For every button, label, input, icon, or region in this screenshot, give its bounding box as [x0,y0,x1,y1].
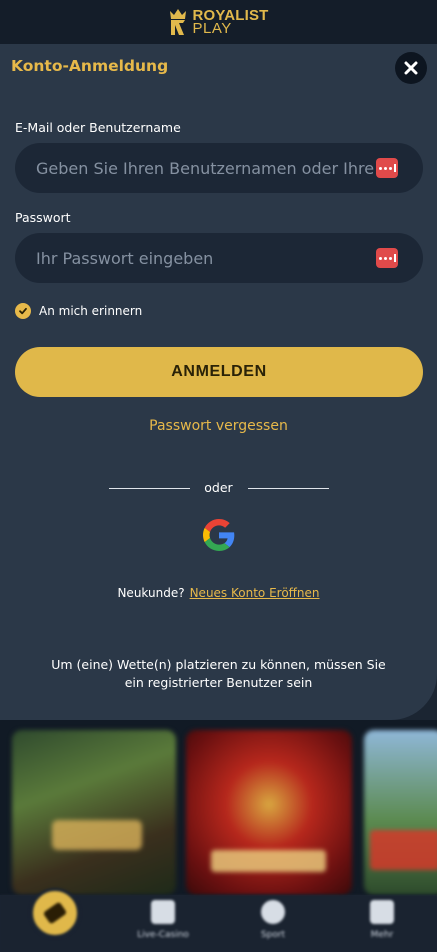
close-button[interactable] [395,52,427,84]
divider-text: oder [204,480,233,495]
signup-prompt: Neukunde? [117,586,185,600]
modal-title: Konto-Anmeldung [11,57,169,75]
forgot-password-link[interactable]: Passwort vergessen [0,418,437,434]
nav-item-label: Sport [260,930,286,940]
game-tile[interactable] [364,730,437,895]
brand-logo[interactable]: ROYALIST PLAY [168,7,268,37]
nav-item-sport[interactable]: Sport [238,900,308,940]
nav-item-label: Mehr [370,930,394,940]
registration-notice: Um (eine) Wette(n) platzieren zu können,… [51,657,386,690]
password-manager-icon[interactable] [376,158,398,178]
password-label: Passwort [15,210,71,225]
game-tile[interactable] [186,730,352,895]
live-casino-icon [151,900,175,924]
divider [248,488,329,489]
remember-me-checkbox[interactable]: An mich erinnern [15,303,142,319]
remember-me-label: An mich erinnern [39,304,143,318]
nav-item-more[interactable]: Mehr [347,900,417,940]
nav-item-live-casino[interactable]: Live-Casino [128,900,198,940]
login-modal: Konto-Anmeldung E-Mail oder Benutzername… [0,44,437,720]
email-field-wrapper [15,143,423,193]
crown-logo-icon [170,9,187,35]
password-field-wrapper [15,233,423,283]
password-field[interactable] [15,233,423,283]
close-icon [404,61,418,75]
soccer-ball-icon [261,900,285,924]
login-button[interactable]: ANMELDEN [15,347,423,397]
signup-link[interactable]: Neues Konto Eröffnen [190,586,320,600]
betslip-icon [42,901,68,925]
more-icon [370,900,394,924]
games-carousel [0,720,437,895]
nav-item-label: Live-Casino [137,930,189,940]
logo-text-line2: PLAY [192,20,232,37]
checkmark-icon [15,303,31,319]
email-field[interactable] [15,143,423,193]
google-icon[interactable] [203,519,235,551]
top-header: ROYALIST PLAY [0,0,437,44]
signup-row: Neukunde? Neues Konto Eröffnen [0,586,437,600]
betslip-button[interactable] [30,888,80,938]
game-tile[interactable] [12,730,176,895]
email-label: E-Mail oder Benutzername [15,120,181,135]
password-manager-icon[interactable] [376,248,398,268]
